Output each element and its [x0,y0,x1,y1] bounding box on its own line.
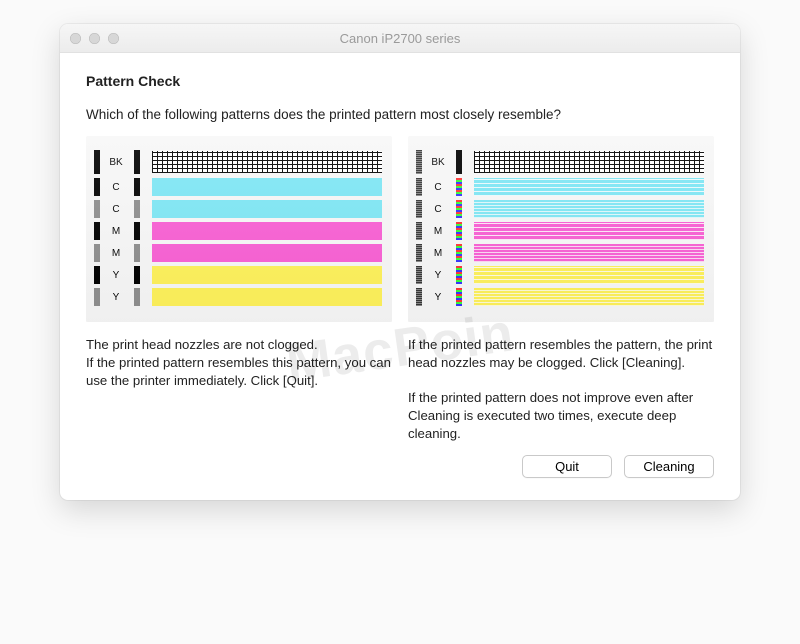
pattern-row: C [416,178,704,196]
pattern-good[interactable]: BK C C [86,136,392,322]
ink-swatch-icon [152,244,382,262]
chip-icon [456,244,462,262]
index-bar-icon [416,288,422,306]
button-row: Quit Cleaning [86,455,714,478]
ink-label: M [106,226,126,237]
pattern-row: C [416,200,704,218]
ink-swatch-defect-icon [474,222,704,240]
chip-icon [456,222,462,240]
ink-swatch-defect-icon [474,266,704,284]
ink-label: BK [428,157,448,168]
traffic-lights [70,33,119,44]
ink-swatch-defect-icon [474,200,704,218]
pattern-row: M [416,244,704,262]
index-bar-icon [94,222,100,240]
index-bar-icon [416,266,422,284]
chip-icon [456,178,462,196]
ink-label: Y [106,292,126,303]
zoom-icon[interactable] [108,33,119,44]
chip-icon [134,222,140,240]
ink-swatch-icon [152,288,382,306]
chip-icon [134,200,140,218]
ink-swatch-icon [152,222,382,240]
dialog-window: Canon iP2700 series Pattern Check Which … [60,24,740,500]
caption-bad-text-1: If the printed pattern resembles the pat… [408,337,712,370]
caption-good: The print head nozzles are not clogged.I… [86,336,392,443]
ink-label: Y [428,270,448,281]
pattern-bad[interactable]: BK C C [408,136,714,322]
ink-swatch-defect-icon [474,288,704,306]
chip-icon [456,200,462,218]
index-bar-icon [94,288,100,306]
ink-swatch-icon [152,200,382,218]
pattern-row: Y [416,266,704,284]
chip-icon [456,150,462,174]
cleaning-button[interactable]: Cleaning [624,455,714,478]
ink-swatch-icon [152,178,382,196]
pattern-row: M [416,222,704,240]
index-bar-icon [94,150,100,174]
pattern-row: Y [416,288,704,306]
ink-label: BK [106,157,126,168]
pattern-row: Y [94,266,382,284]
pattern-row: C [94,200,382,218]
pattern-row: BK [416,150,704,174]
ink-label: M [428,248,448,259]
pattern-panels: BK C C [86,136,714,322]
ink-swatch-defect-icon [474,244,704,262]
chip-icon [456,288,462,306]
bk-grid-defect-icon [474,151,704,173]
chip-icon [134,244,140,262]
chip-icon [456,266,462,284]
ink-swatch-defect-icon [474,178,704,196]
bk-grid-icon [152,151,382,173]
index-bar-icon [416,244,422,262]
chip-icon [134,266,140,284]
ink-label: M [106,248,126,259]
caption-bad: If the printed pattern resembles the pat… [408,336,714,443]
ink-label: M [428,226,448,237]
index-bar-icon [416,200,422,218]
pattern-row: M [94,222,382,240]
chip-icon [134,288,140,306]
index-bar-icon [416,150,422,174]
chip-icon [134,178,140,196]
chip-icon [134,150,140,174]
index-bar-icon [94,200,100,218]
ink-label: C [106,182,126,193]
ink-label: Y [428,292,448,303]
index-bar-icon [416,222,422,240]
window-title: Canon iP2700 series [60,31,740,46]
titlebar[interactable]: Canon iP2700 series [60,24,740,53]
close-icon[interactable] [70,33,81,44]
ink-swatch-icon [152,266,382,284]
pattern-row: M [94,244,382,262]
pattern-row: C [94,178,382,196]
ink-label: C [106,204,126,215]
index-bar-icon [94,178,100,196]
caption-good-text: The print head nozzles are not clogged.I… [86,337,391,388]
page-title: Pattern Check [86,73,714,89]
pattern-row: Y [94,288,382,306]
question-text: Which of the following patterns does the… [86,107,714,122]
ink-label: C [428,204,448,215]
caption-bad-text-2: If the printed pattern does not improve … [408,390,693,441]
quit-button[interactable]: Quit [522,455,612,478]
minimize-icon[interactable] [89,33,100,44]
index-bar-icon [94,244,100,262]
ink-label: C [428,182,448,193]
index-bar-icon [416,178,422,196]
pattern-row: BK [94,150,382,174]
dialog-content: Pattern Check Which of the following pat… [60,53,740,500]
captions: The print head nozzles are not clogged.I… [86,336,714,443]
index-bar-icon [94,266,100,284]
ink-label: Y [106,270,126,281]
